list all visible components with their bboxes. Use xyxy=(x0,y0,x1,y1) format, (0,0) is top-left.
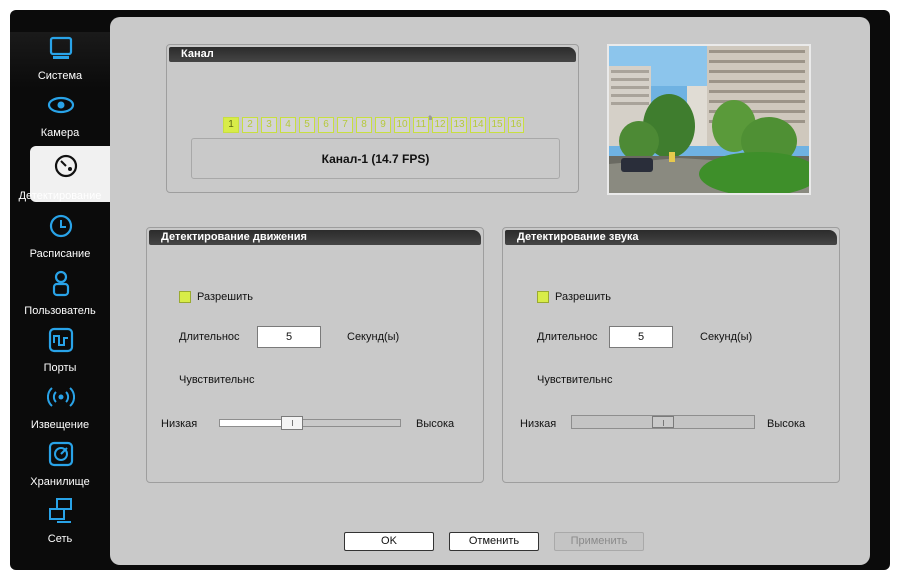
channel-button-14[interactable]: 14 xyxy=(470,117,486,133)
channel-button-10[interactable]: 10 xyxy=(394,117,410,133)
sidebar-item-detection-label: Детектирование xyxy=(18,190,102,202)
channel-button-2[interactable]: 2 xyxy=(242,117,258,133)
ok-button[interactable]: OK xyxy=(344,532,434,551)
channel-button-6[interactable]: 6 xyxy=(318,117,334,133)
sound-group-title: Детектирование звука xyxy=(505,230,837,245)
sidebar-item-label: Порты xyxy=(43,362,77,374)
sidebar-item-network[interactable]: Сеть xyxy=(10,495,110,551)
sidebar-item-ports[interactable]: Порты xyxy=(10,324,110,380)
channel-button-13[interactable]: 13 xyxy=(451,117,467,133)
channel-button-12[interactable]: 12 xyxy=(432,117,448,133)
sound-low-label: Низкая xyxy=(520,418,557,430)
channel-button-7[interactable]: 7 xyxy=(337,117,353,133)
channel-info: Канал-1 (14.7 FPS) xyxy=(191,138,560,179)
sidebar-item-label: Пользователь xyxy=(24,305,96,317)
channel-button-11[interactable]: 11 xyxy=(413,117,429,133)
sound-duration-unit: Секунд(ы) xyxy=(700,331,753,343)
sound-sensitivity-label: Чувствительнс xyxy=(537,374,613,386)
channel-group: Канал 1 2 3 4 5 6 7 8 9 10 11 12 13 14 15 16 Канал-1 (1… xyxy=(166,44,579,193)
motion-sensitivity-label: Чувствительнс xyxy=(179,374,255,386)
channel-button-8[interactable]: 8 xyxy=(356,117,372,133)
settings-panel: Канал 1 2 3 4 5 6 7 8 9 10 11 12 13 14 15 16 Канал-1 (1… xyxy=(110,17,870,565)
channel-button-5[interactable]: 5 xyxy=(299,117,315,133)
channel-button-15[interactable]: 15 xyxy=(489,117,505,133)
motion-group-title: Детектирование движения xyxy=(149,230,481,245)
sound-duration-label: Длительнос xyxy=(537,331,598,343)
user-icon xyxy=(52,270,70,297)
sound-enable-checkbox[interactable] xyxy=(537,291,549,303)
motion-enable-label: Разрешить xyxy=(197,291,253,303)
motion-sensitivity-slider[interactable] xyxy=(219,416,401,430)
motion-detection-group: Детектирование движения Разрешить Длител… xyxy=(146,227,484,483)
sound-detection-group: Детектирование звука Разрешить Длительно… xyxy=(502,227,840,483)
sidebar-item-storage[interactable]: Хранилище xyxy=(10,438,110,494)
sidebar-item-notification[interactable]: Извещение xyxy=(10,381,110,437)
sidebar-item-label: Камера xyxy=(40,127,80,139)
sound-duration-input[interactable]: 5 xyxy=(609,326,673,348)
ports-icon xyxy=(48,327,74,353)
channel-button-4[interactable]: 4 xyxy=(280,117,296,133)
sidebar-item-user[interactable]: Пользователь xyxy=(10,267,110,323)
network-icon xyxy=(49,498,72,523)
eye-icon xyxy=(47,96,75,114)
motion-enable-checkbox[interactable] xyxy=(179,291,191,303)
sidebar-item-label: Сеть xyxy=(47,533,73,545)
motion-duration-unit: Секунд(ы) xyxy=(347,331,400,343)
sidebar-item-label: Система xyxy=(37,70,83,82)
motion-duration-label: Длительнос xyxy=(179,331,240,343)
sound-sensitivity-slider xyxy=(571,415,755,429)
motion-high-label: Высока xyxy=(416,418,455,430)
camera-preview xyxy=(607,44,811,195)
motion-low-label: Низкая xyxy=(161,418,198,430)
motion-slider-thumb[interactable] xyxy=(281,416,303,430)
radar-icon xyxy=(54,154,78,178)
sound-slider-thumb xyxy=(652,416,674,428)
channel-button-16[interactable]: 16 xyxy=(508,117,524,133)
apply-button[interactable]: Применить xyxy=(554,532,644,551)
sidebar-item-schedule[interactable]: Расписание xyxy=(10,210,110,266)
sidebar-item-system[interactable]: Система xyxy=(10,32,110,88)
channel-button-3[interactable]: 3 xyxy=(261,117,277,133)
channel-button-1[interactable]: 1 xyxy=(223,117,239,133)
motion-duration-input[interactable]: 5 xyxy=(257,326,321,348)
camera-preview-image xyxy=(609,46,809,193)
clock-icon xyxy=(49,214,73,238)
sound-high-label: Высока xyxy=(767,418,806,430)
sound-enable-label: Разрешить xyxy=(555,291,611,303)
monitor-icon xyxy=(49,36,73,59)
cancel-button[interactable]: Отменить xyxy=(449,532,539,551)
broadcast-icon xyxy=(47,387,75,407)
sidebar-item-label: Извещение xyxy=(30,419,90,431)
sidebar-item-label: Хранилище xyxy=(30,476,90,488)
storage-icon xyxy=(48,441,74,467)
sidebar: Система Камера Детектирование Расписание… xyxy=(10,30,110,550)
sidebar-item-camera[interactable]: Камера xyxy=(10,89,110,145)
channel-button-9[interactable]: 9 xyxy=(375,117,391,133)
channel-group-title: Канал xyxy=(169,47,576,62)
sidebar-item-label: Расписание xyxy=(29,248,91,260)
